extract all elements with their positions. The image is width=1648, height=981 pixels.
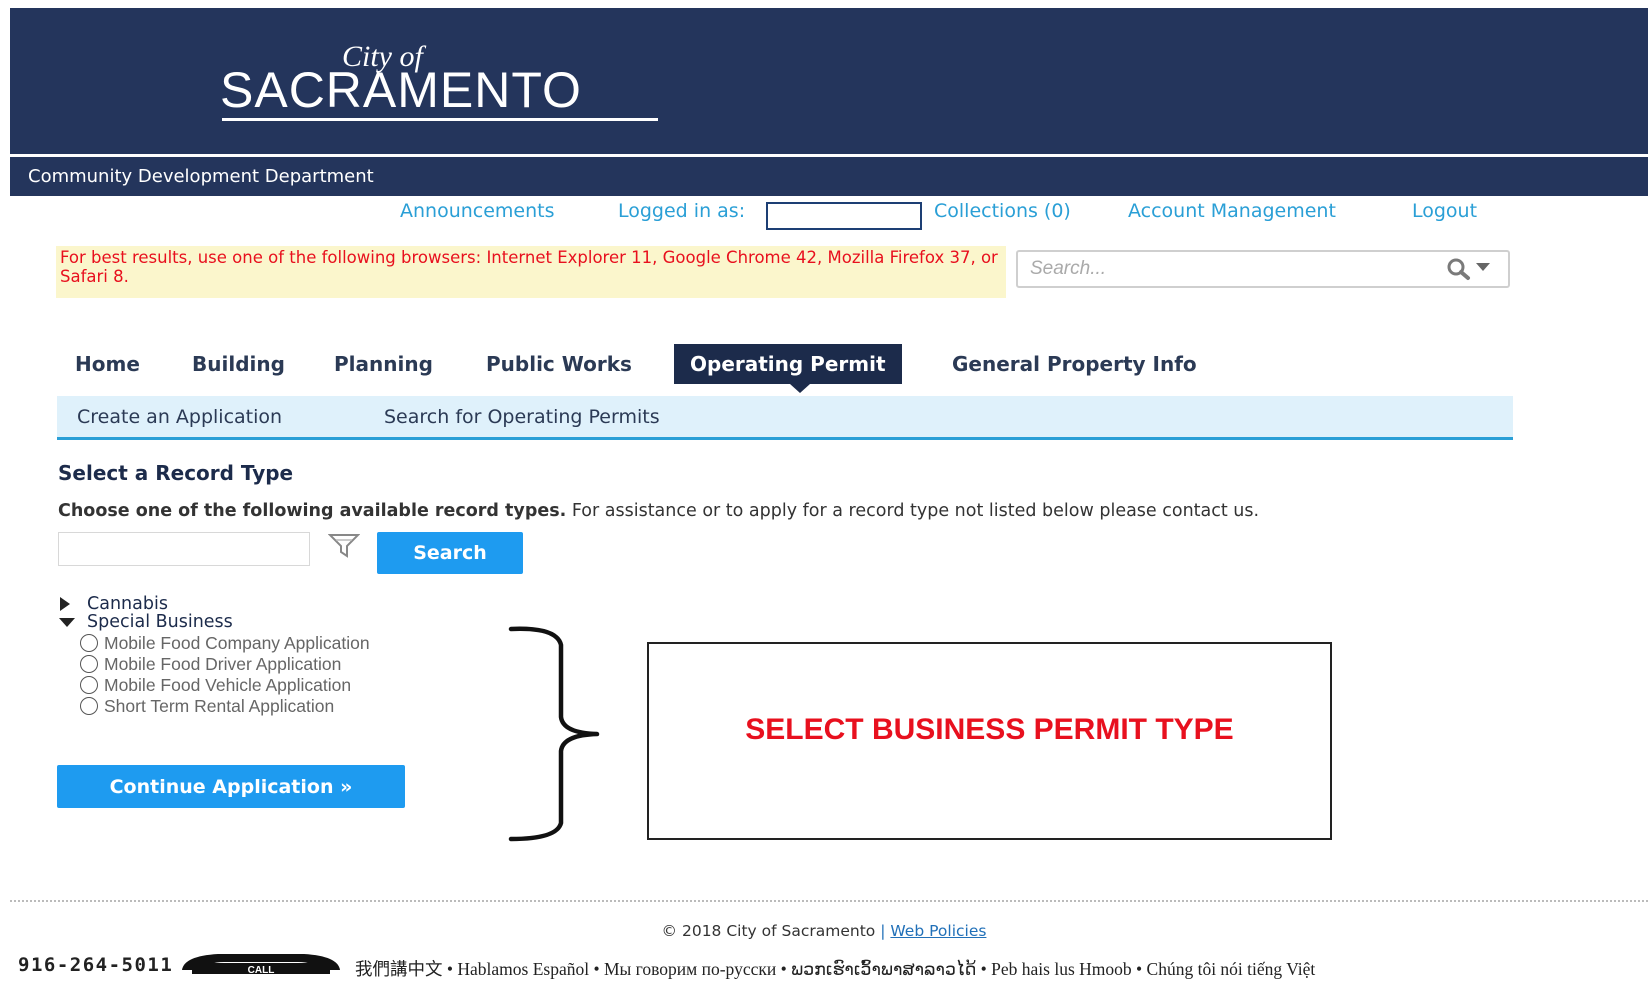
tree-item-cannabis[interactable]: Cannabis — [87, 594, 168, 614]
option-mobile-food-driver[interactable]: Mobile Food Driver Application — [80, 654, 341, 675]
record-search-button[interactable]: Search — [377, 532, 523, 574]
option-label: Short Term Rental Application — [104, 696, 335, 716]
callout-text: SELECT BUSINESS PERMIT TYPE — [745, 713, 1234, 746]
copyright-text: © 2018 City of Sacramento — [661, 922, 876, 940]
option-short-term-rental[interactable]: Short Term Rental Application — [80, 696, 334, 717]
radio-button[interactable] — [80, 697, 98, 715]
call-label: CALL — [248, 965, 275, 974]
tree-item-special-business[interactable]: Special Business — [87, 612, 233, 632]
section-title: Select a Record Type — [58, 461, 294, 485]
radio-button[interactable] — [80, 634, 98, 652]
username-redacted-box — [766, 202, 922, 230]
footer-divider — [10, 900, 1648, 902]
tab-planning[interactable]: Planning — [318, 344, 449, 384]
tab-operating-permit[interactable]: Operating Permit — [674, 344, 902, 384]
web-policies-link[interactable]: Web Policies — [890, 922, 986, 940]
account-management-link[interactable]: Account Management — [1128, 200, 1336, 222]
chevron-down-icon — [1476, 263, 1490, 271]
curly-brace-annotation — [508, 626, 600, 842]
option-mobile-food-company[interactable]: Mobile Food Company Application — [80, 633, 370, 654]
radio-button[interactable] — [80, 655, 98, 673]
tab-public-works[interactable]: Public Works — [470, 344, 648, 384]
active-tab-caret — [790, 384, 810, 393]
instructions: Choose one of the following available re… — [58, 501, 1259, 521]
language-notice: 我們講中文 • Hablamos Español • Мы говорим по… — [355, 959, 1316, 979]
logged-in-label: Logged in as: — [618, 200, 746, 222]
global-search-input[interactable] — [1028, 257, 1432, 281]
collections-link[interactable]: Collections (0) — [934, 200, 1071, 222]
logo-sacramento[interactable]: SACRAMENTO — [220, 62, 582, 118]
department-name: Community Development Department — [28, 166, 374, 187]
option-label: Mobile Food Driver Application — [104, 654, 342, 674]
phone-number: 916-264-5011 — [18, 954, 174, 976]
tab-building[interactable]: Building — [176, 344, 301, 384]
footer-separator: | — [880, 922, 886, 940]
option-label: Mobile Food Vehicle Application — [104, 675, 352, 695]
record-type-filter-input[interactable] — [58, 532, 310, 566]
continue-application-button[interactable]: Continue Application » — [57, 765, 405, 808]
footer-copyright: © 2018 City of Sacramento | Web Policies — [0, 922, 1648, 940]
option-mobile-food-vehicle[interactable]: Mobile Food Vehicle Application — [80, 675, 351, 696]
search-icon[interactable] — [1442, 257, 1498, 281]
collapse-arrow-icon[interactable] — [59, 618, 75, 627]
expand-arrow-icon[interactable] — [60, 597, 70, 611]
filter-icon[interactable] — [328, 532, 360, 560]
logo-underline — [222, 118, 658, 121]
announcements-link[interactable]: Announcements — [400, 200, 555, 222]
logout-link[interactable]: Logout — [1412, 200, 1477, 222]
browser-warning: For best results, use one of the followi… — [56, 246, 1006, 298]
global-search — [1016, 250, 1510, 288]
tab-general-property-info[interactable]: General Property Info — [936, 344, 1213, 384]
subnav-create-application[interactable]: Create an Application — [77, 406, 282, 428]
radio-button[interactable] — [80, 676, 98, 694]
instructions-rest: For assistance or to apply for a record … — [566, 501, 1260, 521]
subnav-search-operating-permits[interactable]: Search for Operating Permits — [384, 406, 660, 428]
option-label: Mobile Food Company Application — [104, 633, 370, 653]
phone-call-icon: CALL — [182, 954, 340, 974]
instructions-lead: Choose one of the following available re… — [58, 501, 567, 521]
tab-home[interactable]: Home — [59, 344, 156, 384]
